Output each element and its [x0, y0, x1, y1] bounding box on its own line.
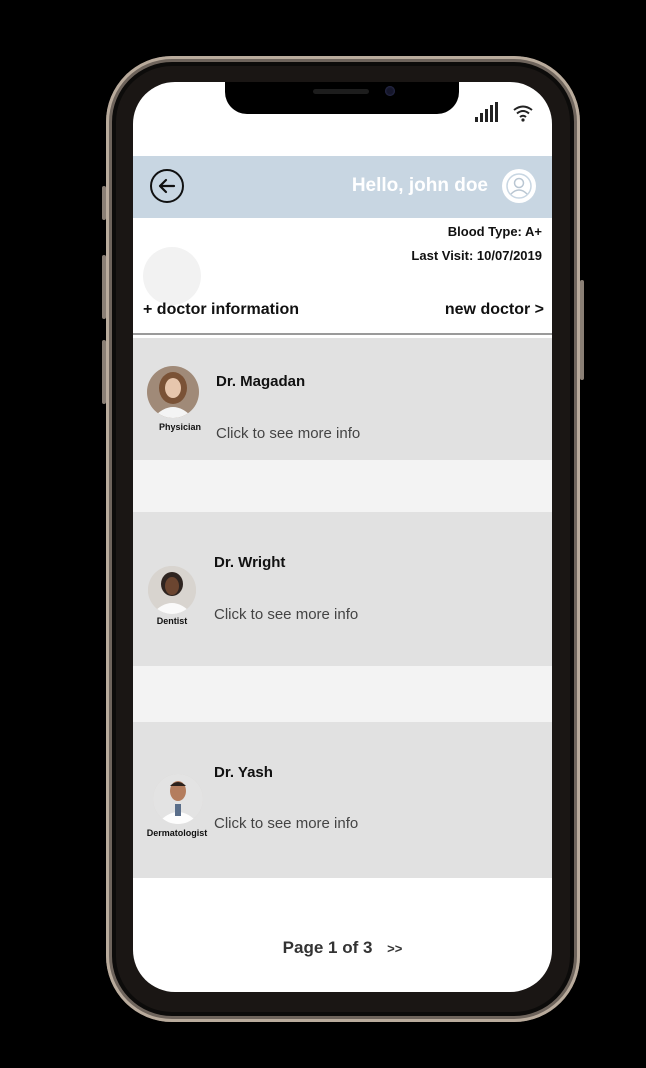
card-spacer: [133, 460, 552, 512]
doctor-card[interactable]: Dermatologist Dr. Yash Click to see more…: [133, 722, 552, 878]
pagination: Page 1 of 3 >>: [133, 938, 552, 958]
user-avatar-icon[interactable]: [502, 169, 536, 203]
doctor-photo: [153, 774, 203, 824]
new-doctor-link[interactable]: new doctor >: [445, 301, 544, 319]
volume-down-button: [102, 340, 106, 404]
power-button: [580, 280, 584, 380]
volume-up-button: [102, 255, 106, 319]
speaker-grille: [313, 89, 369, 94]
next-page-button[interactable]: >>: [387, 941, 402, 956]
doctor-name: Dr. Yash: [214, 764, 273, 781]
doctor-card[interactable]: Physician Dr. Magadan Click to see more …: [133, 338, 552, 460]
doctor-name: Dr. Wright: [214, 554, 286, 571]
notch: [225, 82, 459, 114]
doctor-info-toggle[interactable]: + doctor information: [143, 301, 299, 319]
page-indicator: Page 1 of 3: [282, 938, 373, 957]
greeting-text: Hello, john doe: [351, 175, 488, 196]
doctor-name: Dr. Magadan: [216, 373, 306, 390]
back-arrow-icon[interactable]: [150, 169, 184, 203]
status-bar: [475, 102, 534, 122]
app-screen: Hello, john doe Blood Type: A+ Last Visi…: [133, 82, 552, 992]
doctor-photo: [147, 366, 199, 418]
blood-type: Blood Type: A+: [447, 224, 542, 239]
doctor-photo: [148, 566, 196, 614]
more-info-link[interactable]: Click to see more info: [214, 606, 358, 623]
side-button: [102, 186, 106, 220]
doctor-role: Dermatologist: [146, 828, 208, 838]
card-spacer: [133, 666, 552, 722]
doctor-role: Dentist: [156, 616, 188, 626]
doctor-role: Physician: [158, 422, 202, 432]
last-visit: Last Visit: 10/07/2019: [411, 248, 542, 263]
wifi-icon: [513, 105, 533, 122]
more-info-link[interactable]: Click to see more info: [216, 425, 360, 442]
app-header: Hello, john doe: [133, 156, 552, 218]
more-info-link[interactable]: Click to see more info: [214, 815, 358, 832]
signal-icon: [475, 102, 498, 122]
doctor-card[interactable]: Dentist Dr. Wright Click to see more inf…: [133, 512, 552, 666]
doctor-info-bar: + doctor information new doctor >: [133, 287, 552, 335]
front-camera: [385, 86, 395, 96]
